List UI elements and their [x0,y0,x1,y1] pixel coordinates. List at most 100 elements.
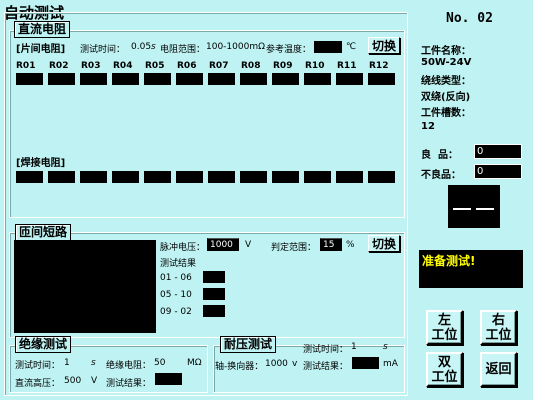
channel-label: R11 [337,61,357,71]
double-station-button[interactable]: 双 工位 [426,352,463,387]
inter-turn-switch-button[interactable]: 切换 [368,235,400,252]
segment-resistance-box [16,73,43,85]
withstand-result-unit: mA [383,359,398,369]
ref-temp-field[interactable] [314,41,342,53]
withstand-test-time-value: 1 [351,342,357,352]
commutator-unit: v [292,359,298,369]
segment-resistance-box [272,73,299,85]
left-station-button[interactable]: 左 工位 [426,310,463,345]
dc-resistance-tab[interactable]: 直流电阻 [14,21,71,38]
commutator-label: 轴-换向器： [215,362,264,372]
slot-count-label: 工件槽数： [421,108,471,119]
slot-count-value: 12 [421,121,435,132]
weld-resistance-box [240,171,267,183]
segment-resistance-box [48,73,75,85]
workpiece-name-label: 工件名称： [421,46,471,57]
pulse-voltage-field[interactable]: 1000 [207,238,239,251]
insulation-test-time-label: 测试时间： [15,361,61,371]
channel-label: R03 [81,61,101,71]
good-count-label: 良 品： [421,150,458,161]
weld-resistance-box [368,171,395,183]
weld-resistance-box [144,171,171,183]
right-station-button[interactable]: 右 工位 [480,310,517,345]
weld-resistance-box [112,171,139,183]
channel-label: R09 [273,61,293,71]
channel-label: R10 [305,61,325,71]
dc-high-voltage-label: 直流高压： [15,379,61,389]
segment-resistance-box [336,73,363,85]
withstand-result-label: 测试结果： [303,362,349,372]
waveform-display [14,240,156,333]
insulation-result-box [155,373,182,385]
dc-test-time-value: 0.05 [131,42,152,52]
indicator-dash [453,208,471,210]
dc-high-voltage-unit: V [91,376,98,386]
insulation-resistance-unit: MΩ [187,358,202,368]
weld-resistance-box [80,171,107,183]
channel-label: R07 [209,61,229,71]
dc-test-time-unit: s [151,42,156,52]
coil-pair-result [203,305,225,317]
temp-unit: ℃ [346,42,357,52]
insulation-test-time-value: 1 [64,358,70,368]
insulation-resistance-value: 50 [154,358,166,368]
segment-resistance-box [208,73,235,85]
judge-range-field[interactable]: 15 [320,238,342,251]
weld-resistance-box [48,171,75,183]
channel-label: R08 [241,61,261,71]
weld-resistance-label: [焊接电阻] [16,158,66,169]
withstand-test-time-unit: s [383,342,388,352]
winding-type-value: 双绕(反向) [421,92,471,103]
indicator-dash [476,208,494,210]
inter-turn-tab[interactable]: 匝间短路 [15,224,72,241]
dc-switch-button[interactable]: 切换 [368,37,400,54]
withstand-tab[interactable]: 耐压测试 [220,336,277,353]
weld-resistance-box [208,171,235,183]
weld-resistance-box [304,171,331,183]
pulse-voltage-unit: V [245,240,252,250]
weld-resistance-box [176,171,203,183]
insulation-test-time-unit: s [91,358,96,368]
range-label: 电阻范围： [160,45,206,55]
result-indicator [448,185,500,228]
channel-label: R04 [113,61,133,71]
segment-resistance-box [80,73,107,85]
coil-pair-label: 05 - 10 [160,290,192,300]
back-button[interactable]: 返回 [480,352,517,387]
segment-resistance-box [304,73,331,85]
winding-type-label: 绕线类型： [421,76,471,87]
judge-range-unit: % [346,240,355,250]
dc-high-voltage-value: 500 [64,376,82,386]
withstand-test-time-label: 测试时间： [303,345,349,355]
good-count-field: 0 [474,144,522,159]
commutator-value: 1000 [265,359,288,369]
coil-pair-label: 01 - 06 [160,273,192,283]
insulation-result-label: 测试结果： [106,379,152,389]
channel-label: R02 [49,61,69,71]
pulse-voltage-label: 脉冲电压： [160,243,206,253]
channel-label: R12 [369,61,389,71]
channel-label: R05 [145,61,165,71]
segment-resistance-box [144,73,171,85]
coil-pair-label: 09 - 02 [160,307,192,317]
insulation-resistance-label: 绝缘电阻： [106,361,152,371]
weld-resistance-box [16,171,43,183]
withstand-result-box [352,357,379,369]
coil-pair-result [203,271,225,283]
status-display: 准备测试! [419,250,523,288]
ref-temp-label: 参考温度： [266,45,312,55]
segment-resistance-label: [片间电阻] [16,44,66,55]
coil-pair-result [203,288,225,300]
inter-turn-result-label: 测试结果 [160,259,197,269]
segment-resistance-box [240,73,267,85]
segment-resistance-box [176,73,203,85]
bad-count-label: 不良品： [421,170,461,181]
weld-resistance-box [336,171,363,183]
channel-label: R06 [177,61,197,71]
segment-resistance-box [112,73,139,85]
dc-test-time-label: 测试时间： [80,45,126,55]
judge-range-label: 判定范围： [271,243,317,253]
bad-count-field: 0 [474,164,522,179]
weld-resistance-box [272,171,299,183]
insulation-tab[interactable]: 绝缘测试 [15,336,72,353]
